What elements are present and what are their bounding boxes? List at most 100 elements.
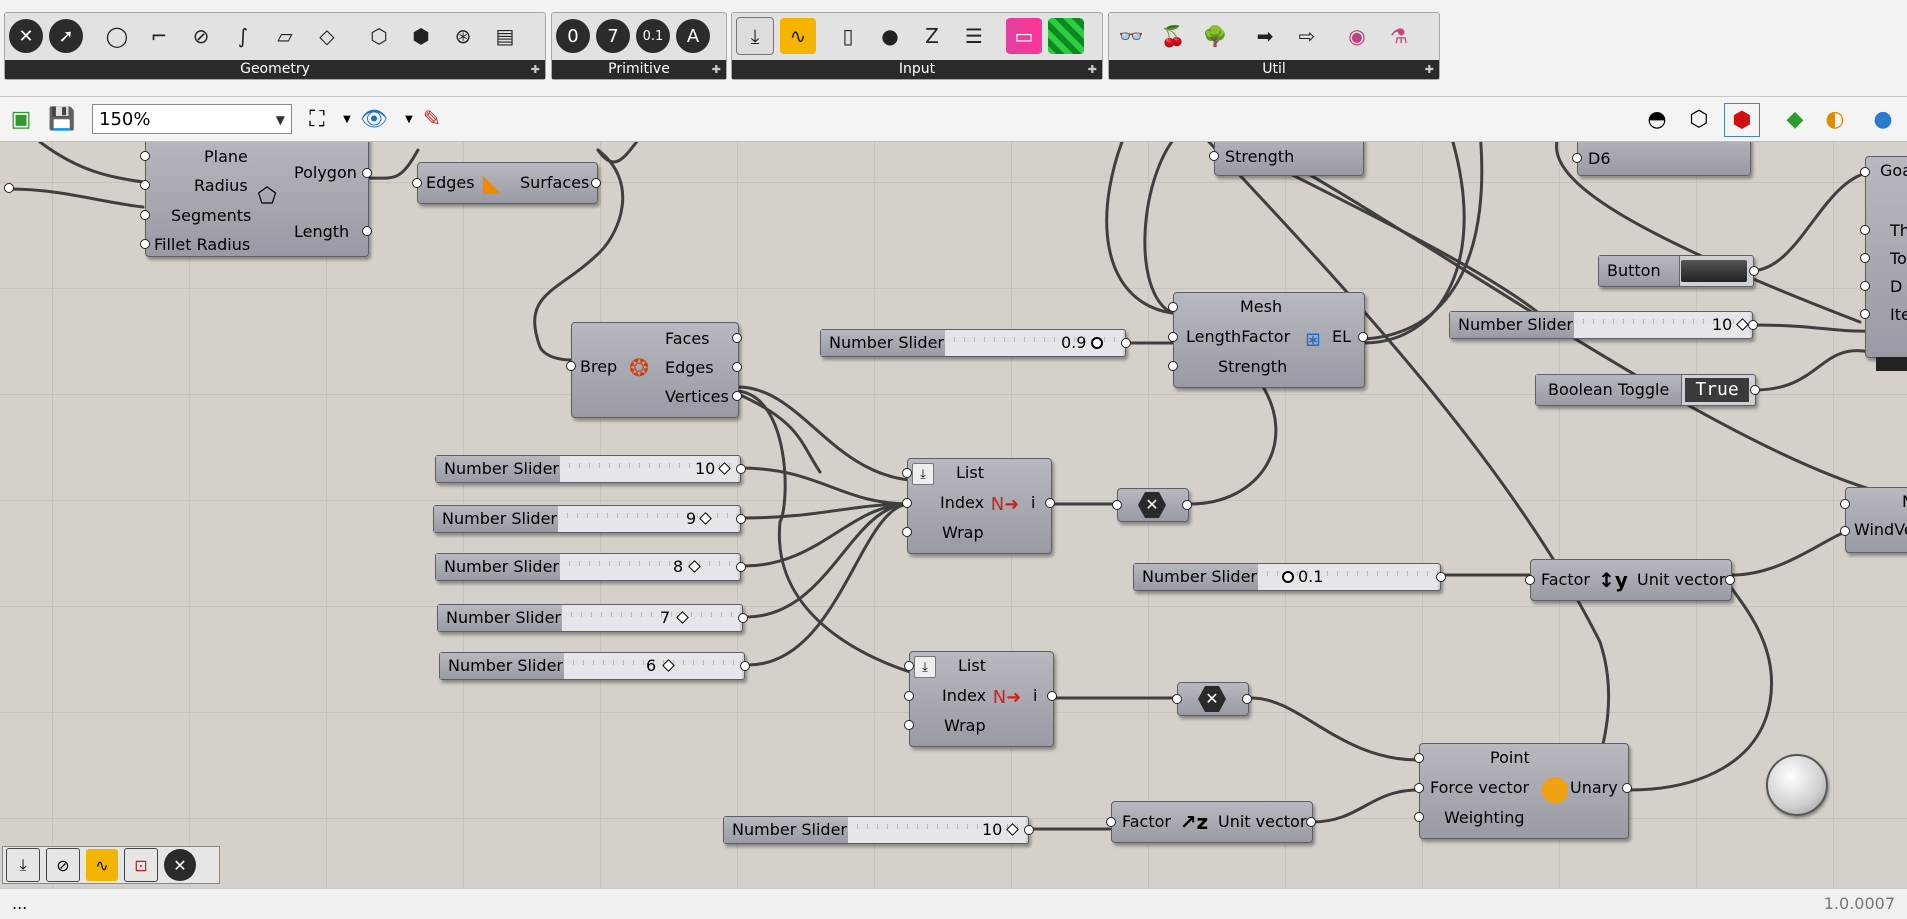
slider-track[interactable]: [562, 605, 740, 631]
port[interactable]: [902, 498, 912, 508]
graph-icon[interactable]: ∿: [86, 849, 118, 881]
sphere-preview-icon[interactable]: ●: [1866, 103, 1900, 135]
circle-button-icon[interactable]: ●: [872, 18, 908, 54]
goal-component-partial[interactable]: Strength: [1209, 142, 1364, 176]
port[interactable]: [902, 468, 912, 478]
mesh-icon[interactable]: ⊛: [445, 18, 481, 54]
port[interactable]: [1045, 498, 1055, 508]
unary-force-component[interactable]: Point Force vector Weighting ⬤ Unary: [1414, 743, 1632, 839]
sketch-pen-icon[interactable]: ✎: [415, 103, 449, 135]
curve-icon[interactable]: ∫: [225, 18, 261, 54]
port[interactable]: [736, 514, 746, 524]
edge-length-goal-component[interactable]: Mesh LengthFactor Strength ⧆ EL: [1168, 292, 1368, 388]
open-file-icon[interactable]: ▣: [4, 103, 38, 135]
polygon-icon[interactable]: ◇: [309, 18, 345, 54]
gradient-icon[interactable]: ▭: [1006, 18, 1042, 54]
unit-y-component[interactable]: Factor ↕y Unit vector: [1525, 559, 1735, 601]
port[interactable]: [362, 226, 372, 236]
arrow-outline-icon[interactable]: ⇨: [1289, 18, 1325, 54]
particle-icon[interactable]: ◉: [1339, 18, 1375, 54]
number-icon[interactable]: 0.1: [636, 19, 670, 53]
port[interactable]: [140, 239, 150, 249]
port[interactable]: [1622, 783, 1632, 793]
port[interactable]: [412, 178, 422, 188]
flatten-icon[interactable]: ⤓: [914, 656, 936, 678]
save-icon[interactable]: 💾: [45, 103, 79, 135]
port[interactable]: [732, 333, 742, 343]
port[interactable]: [902, 527, 912, 537]
port[interactable]: [1860, 167, 1870, 177]
zoom-extents-icon[interactable]: ⛶: [300, 103, 334, 135]
flatten-icon[interactable]: ⤓: [912, 463, 934, 485]
arrow-right-icon[interactable]: ➡: [1247, 18, 1283, 54]
zero-icon[interactable]: 0: [556, 19, 590, 53]
bake-icon[interactable]: ◆: [1778, 103, 1812, 135]
port[interactable]: [362, 168, 372, 178]
port[interactable]: [1306, 817, 1316, 827]
port[interactable]: [1414, 753, 1424, 763]
preview-eye-icon[interactable]: 👁: [357, 103, 391, 135]
number-slider[interactable]: Number Slider 10: [435, 455, 746, 483]
port[interactable]: [1750, 385, 1760, 395]
deconstruct-brep-component[interactable]: Brep ❂ Faces Edges Vertices: [566, 322, 742, 418]
boundary-surfaces-component[interactable]: Edges ◣ Surfaces: [412, 162, 601, 204]
port[interactable]: [732, 362, 742, 372]
port[interactable]: [1112, 500, 1122, 510]
port[interactable]: [736, 464, 746, 474]
port[interactable]: [904, 661, 914, 671]
polyline-icon[interactable]: ⌐: [141, 18, 177, 54]
grasshopper-canvas[interactable]: Plane Radius Segments Fillet Radius Poly…: [0, 142, 1907, 888]
port[interactable]: [1525, 575, 1535, 585]
download-icon[interactable]: ⤓: [736, 17, 774, 55]
boolean-toggle[interactable]: Boolean Toggle True: [1535, 374, 1760, 406]
port[interactable]: [140, 210, 150, 220]
point-list-icon[interactable]: ⊡: [124, 848, 158, 882]
number-slider[interactable]: Number Slider 0.9: [820, 329, 1131, 357]
port[interactable]: [1860, 281, 1870, 291]
flask-icon[interactable]: ⚗: [1381, 18, 1417, 54]
port[interactable]: [1749, 266, 1759, 276]
solver-component-partial[interactable]: Goal Th To D Ite: [1860, 156, 1907, 371]
port[interactable]: [1414, 783, 1424, 793]
port[interactable]: [1121, 338, 1131, 348]
port[interactable]: [736, 562, 746, 572]
port[interactable]: [1182, 500, 1192, 510]
cull-icon[interactable]: ✕: [164, 849, 196, 881]
port[interactable]: [1436, 572, 1446, 582]
cull-component[interactable]: ✕: [1112, 488, 1192, 522]
port[interactable]: [1209, 151, 1219, 161]
tree-icon[interactable]: 🌳: [1197, 18, 1233, 54]
number-slider[interactable]: Number Slider 8: [435, 553, 746, 581]
port[interactable]: [738, 613, 748, 623]
port[interactable]: [1860, 309, 1870, 319]
port[interactable]: [1840, 526, 1850, 536]
port[interactable]: [1748, 320, 1758, 330]
rectangle-icon[interactable]: ▱: [267, 18, 303, 54]
graph-icon[interactable]: ∿: [780, 18, 816, 54]
port[interactable]: [1414, 812, 1424, 822]
toggle-value[interactable]: True: [1685, 378, 1749, 402]
port[interactable]: [1572, 153, 1582, 163]
list-item-component[interactable]: ⤓ List Index Wrap N➜ i: [902, 458, 1055, 554]
goal-component-partial[interactable]: D6: [1572, 142, 1751, 176]
shaded-preview-icon[interactable]: ⬢: [1724, 103, 1760, 137]
cherry-icon[interactable]: 🍒: [1155, 18, 1191, 54]
unit-z-component[interactable]: Factor ↗z Unit vector: [1106, 801, 1316, 843]
button-component[interactable]: Button: [1598, 255, 1759, 287]
port[interactable]: [1242, 694, 1252, 704]
button-face[interactable]: [1681, 260, 1747, 282]
box-icon[interactable]: ⬡: [361, 18, 397, 54]
port[interactable]: [1172, 694, 1182, 704]
slider-track[interactable]: [560, 554, 738, 580]
port[interactable]: [4, 183, 14, 193]
color-swatch-icon[interactable]: [1048, 18, 1084, 54]
port[interactable]: [140, 151, 150, 161]
ellipse-icon[interactable]: ⊘: [183, 18, 219, 54]
port[interactable]: [1024, 825, 1034, 835]
display-mode-icon[interactable]: ◓: [1640, 103, 1674, 135]
port[interactable]: [1047, 691, 1057, 701]
ellipse-icon[interactable]: ⊘: [46, 848, 80, 882]
number-slider[interactable]: Number Slider 6: [439, 652, 750, 680]
slider-icon[interactable]: Z: [914, 18, 950, 54]
port[interactable]: [1168, 302, 1178, 312]
